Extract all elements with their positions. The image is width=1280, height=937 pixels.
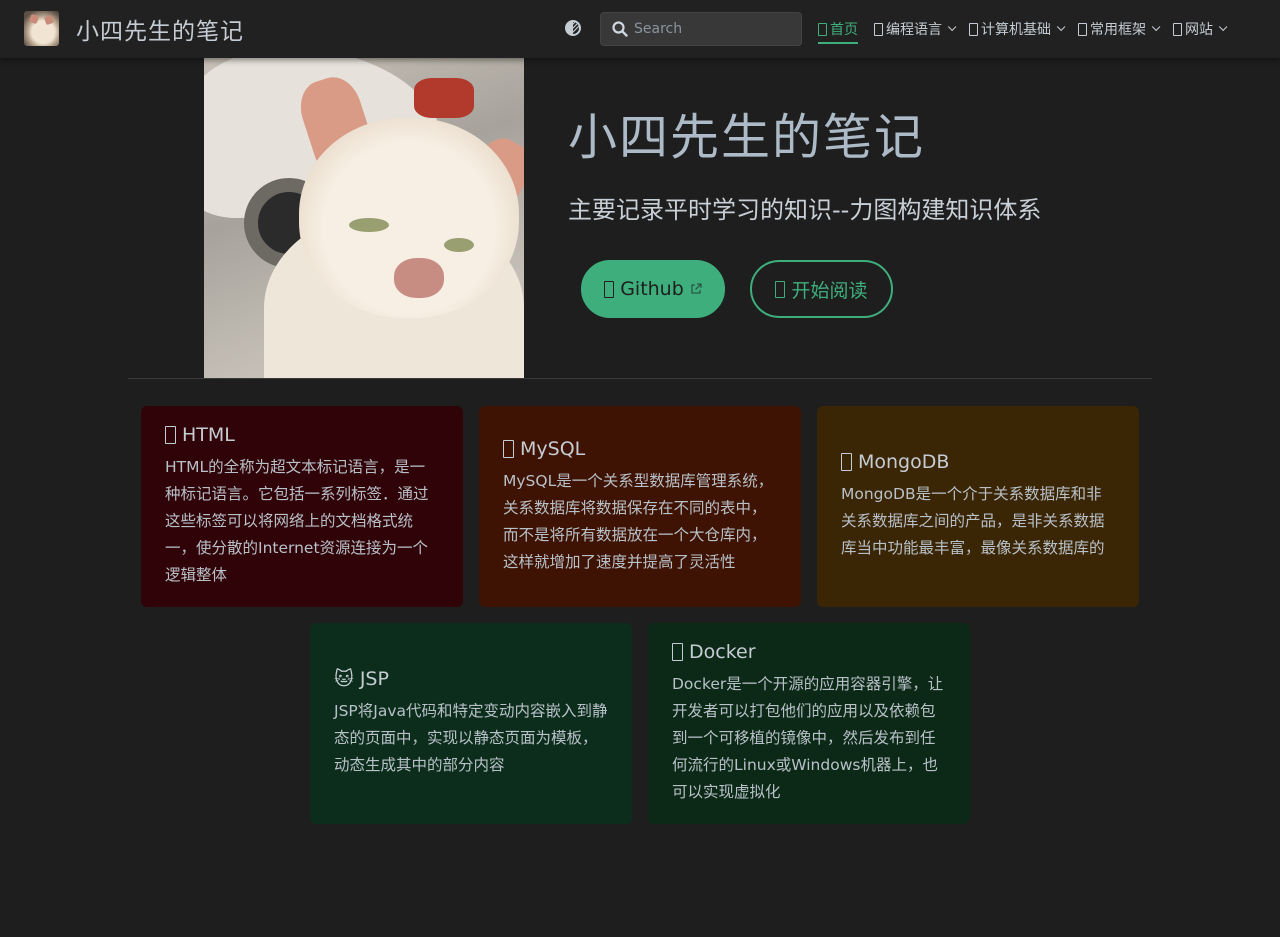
nav-item-label: 计算机基础 xyxy=(981,22,1051,38)
nav-links: 首页 编程语言 计算机基础 常用框架 网站 xyxy=(818,0,1240,58)
chevron-down-icon xyxy=(1056,22,1066,32)
nav-item-label: 编程语言 xyxy=(886,22,942,38)
card-mongodb[interactable]: MongoDB MongoDB是一个介于关系数据库和非关系数据库之间的产品，是非… xyxy=(817,406,1139,607)
card-title-text: MongoDB xyxy=(858,451,950,473)
card-text: JSP将Java代码和特定变动内容嵌入到静态的页面中，实现以静态页面为模板，动态… xyxy=(334,702,608,774)
search-input[interactable] xyxy=(634,21,794,37)
card-title: Docker xyxy=(672,641,946,663)
brand-link[interactable]: 小四先生的笔记 xyxy=(24,11,244,46)
site-name: 小四先生的笔记 xyxy=(76,18,244,45)
card-text: HTML的全称为超文本标记语言，是一种标记语言。它包括一系列标签．通过这些标签可… xyxy=(165,458,429,584)
github-button-label: Github xyxy=(620,278,684,300)
home-icon xyxy=(818,22,827,36)
navbar: 小四先生的笔记 首页 编程语言 计算机基础 xyxy=(0,0,1280,58)
framework-icon xyxy=(1078,22,1087,36)
docker-icon xyxy=(672,643,683,661)
chevron-down-icon xyxy=(947,22,957,32)
card-title: HTML xyxy=(165,424,439,446)
card-text: Docker是一个开源的应用容器引擎，让开发者可以打包他们的应用以及依赖包到一个… xyxy=(672,675,944,801)
nav-item-label: 首页 xyxy=(830,22,858,38)
card-mysql[interactable]: MySQL MySQL是一个关系型数据库管理系统，关系数据库将数据保存在不同的表… xyxy=(479,406,801,607)
github-icon xyxy=(604,280,615,298)
hero-divider xyxy=(128,378,1152,379)
nav-item-languages[interactable]: 编程语言 xyxy=(874,0,957,58)
card-title: 🐱 JSP xyxy=(334,668,608,690)
nav-item-label: 常用框架 xyxy=(1090,22,1146,38)
card-title-text: JSP xyxy=(359,668,389,690)
theme-toggle-icon[interactable] xyxy=(563,18,583,38)
external-link-icon xyxy=(691,283,702,294)
hero-description: 主要记录平时学习的知识--力图构建知识体系 xyxy=(568,196,1042,224)
globe-icon xyxy=(1173,22,1182,36)
start-reading-label: 开始阅读 xyxy=(791,279,868,302)
nav-item-label: 网站 xyxy=(1185,22,1213,38)
card-title-text: MySQL xyxy=(520,437,586,460)
card-text: MongoDB是一个介于关系数据库和非关系数据库之间的产品，是非关系数据库当中功… xyxy=(841,485,1105,557)
html-icon xyxy=(165,426,176,444)
nav-item-cs-basics[interactable]: 计算机基础 xyxy=(969,0,1066,58)
leaf-icon xyxy=(841,453,852,471)
nav-item-frameworks[interactable]: 常用框架 xyxy=(1078,0,1161,58)
nav-item-home[interactable]: 首页 xyxy=(818,0,858,58)
card-text: MySQL是一个关系型数据库管理系统，关系数据库将数据保存在不同的表中，而不是将… xyxy=(503,471,774,571)
site-logo xyxy=(24,11,59,46)
card-title-text: Docker xyxy=(689,641,756,663)
card-html[interactable]: HTML HTML的全称为超文本标记语言，是一种标记语言。它包括一系列标签．通过… xyxy=(141,406,463,607)
start-reading-button[interactable]: 开始阅读 xyxy=(750,260,893,318)
card-title-text: HTML xyxy=(182,424,235,446)
nav-item-websites[interactable]: 网站 xyxy=(1173,0,1228,58)
card-title: MongoDB xyxy=(841,451,1115,473)
search-icon xyxy=(612,21,628,37)
computer-icon xyxy=(969,22,978,36)
chevron-down-icon xyxy=(1218,22,1228,32)
search-box[interactable] xyxy=(600,12,802,46)
chevron-down-icon xyxy=(1151,22,1161,32)
cat-icon: 🐱 xyxy=(334,668,354,690)
database-icon xyxy=(503,439,514,458)
card-docker[interactable]: Docker Docker是一个开源的应用容器引擎，让开发者可以打包他们的应用以… xyxy=(648,623,970,824)
card-title: MySQL xyxy=(503,438,777,460)
book-icon xyxy=(775,280,786,298)
code-icon xyxy=(874,22,883,36)
card-jsp[interactable]: 🐱 JSP JSP将Java代码和特定变动内容嵌入到静态的页面中，实现以静态页面… xyxy=(310,623,632,824)
hero-cat-image xyxy=(204,58,524,378)
github-button[interactable]: Github xyxy=(581,260,725,318)
hero-title: 小四先生的笔记 xyxy=(568,109,926,166)
